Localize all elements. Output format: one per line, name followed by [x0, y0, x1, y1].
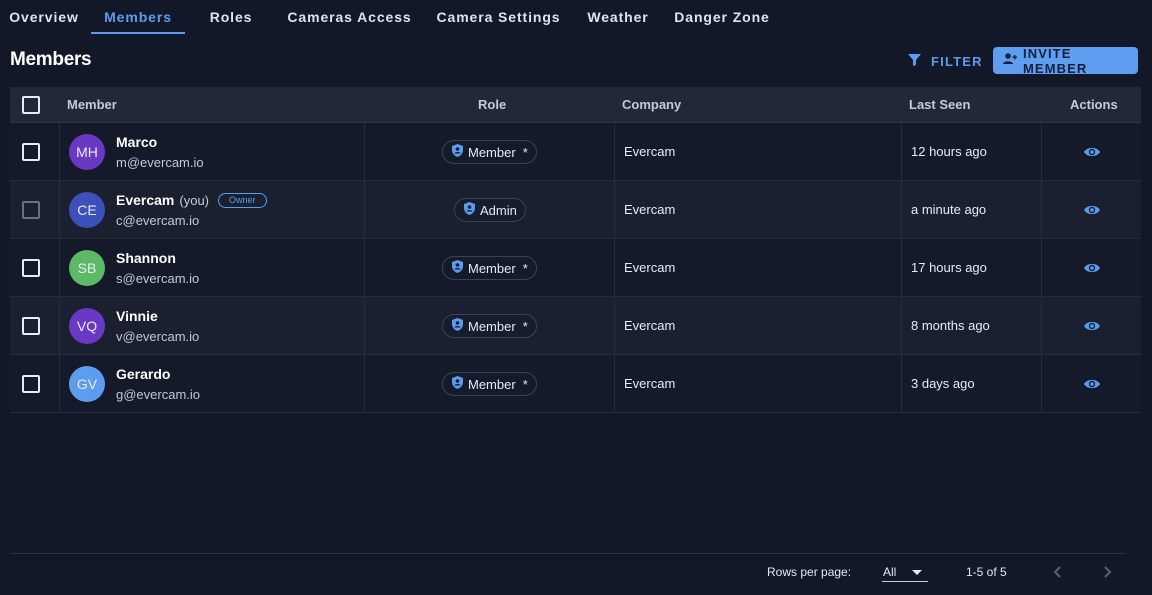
last-seen: 3 days ago [911, 376, 975, 391]
row-checkbox[interactable] [22, 259, 40, 277]
member-name-text: Evercam [116, 192, 175, 208]
company: Evercam [624, 144, 676, 159]
shield-user-icon [452, 376, 463, 392]
header-last-seen[interactable]: Last Seen [909, 87, 970, 123]
eye-icon[interactable] [1084, 145, 1100, 159]
you-label: (you) [179, 192, 210, 208]
tab-weather[interactable]: Weather [580, 0, 656, 34]
avatar: SB [69, 250, 105, 286]
tab-danger-zone[interactable]: Danger Zone [668, 0, 776, 34]
table-row: MH Marco m@evercam.io Member * Evercam 1… [10, 123, 1141, 181]
table-row: GV Gerardo g@evercam.io Member * Evercam… [10, 355, 1141, 413]
member-name-text: Shannon [116, 250, 176, 266]
role-label: Admin [480, 202, 517, 218]
pagination-range: 1-5 of 5 [966, 565, 1007, 579]
rows-per-page-value: All [883, 565, 897, 579]
row-checkbox[interactable] [22, 317, 40, 335]
table-row: VQ Vinnie v@evercam.io Member * Evercam … [10, 297, 1141, 355]
header-role[interactable]: Role [478, 87, 506, 123]
company: Evercam [624, 202, 676, 217]
row-checkbox [22, 201, 40, 219]
role-chip[interactable]: Member * [442, 314, 537, 338]
member-email: g@evercam.io [116, 387, 201, 402]
shield-user-icon [464, 202, 475, 218]
shield-user-icon [452, 318, 463, 334]
member-name: Marco [116, 134, 157, 150]
company: Evercam [624, 260, 676, 275]
table-row: CE Evercam (you) Owner c@evercam.io Admi… [10, 181, 1141, 239]
footer-divider [10, 553, 1125, 554]
member-name: Evercam (you) Owner [116, 192, 267, 208]
header-member[interactable]: Member [67, 87, 117, 123]
last-seen: a minute ago [911, 202, 987, 217]
avatar: MH [69, 134, 105, 170]
tab-cameras-access[interactable]: Cameras Access [282, 0, 417, 34]
filter-button[interactable]: FILTER [902, 48, 982, 74]
role-asterisk: * [522, 318, 528, 334]
last-seen: 17 hours ago [911, 260, 987, 275]
table-header: Member Role Company Last Seen Actions [10, 87, 1141, 123]
invite-member-button[interactable]: INVITE MEMBER [993, 45, 1138, 76]
last-seen: 8 months ago [911, 318, 990, 333]
avatar: CE [69, 192, 105, 228]
eye-icon[interactable] [1084, 319, 1100, 333]
filter-icon [908, 53, 921, 69]
avatar: VQ [69, 308, 105, 344]
tab-roles[interactable]: Roles [202, 0, 260, 34]
company: Evercam [624, 376, 676, 391]
role-chip[interactable]: Admin [454, 198, 526, 222]
tab-bar: Overview Members Roles Cameras Access Ca… [0, 0, 1152, 36]
eye-icon[interactable] [1084, 377, 1100, 391]
shield-user-icon [452, 144, 463, 160]
chevron-left-icon[interactable] [1050, 563, 1066, 581]
tab-members[interactable]: Members [94, 0, 182, 34]
role-asterisk: * [522, 376, 528, 392]
tab-overview[interactable]: Overview [4, 0, 84, 34]
member-name: Gerardo [116, 366, 170, 382]
role-chip[interactable]: Member * [442, 256, 537, 280]
rows-per-page-select[interactable]: All [882, 563, 928, 582]
role-asterisk: * [522, 260, 528, 276]
member-email: m@evercam.io [116, 155, 204, 170]
member-email: s@evercam.io [116, 271, 200, 286]
tab-camera-settings[interactable]: Camera Settings [431, 0, 566, 34]
header-company[interactable]: Company [622, 87, 681, 123]
last-seen: 12 hours ago [911, 144, 987, 159]
caret-down-icon [912, 570, 922, 575]
header-actions: Actions [1070, 97, 1118, 112]
active-tab-indicator [91, 32, 185, 34]
select-all-checkbox[interactable] [22, 96, 40, 114]
role-label: Member [468, 318, 516, 334]
company: Evercam [624, 318, 676, 333]
member-email: c@evercam.io [116, 213, 200, 228]
role-asterisk: * [522, 144, 528, 160]
member-name: Shannon [116, 250, 176, 266]
member-name-text: Vinnie [116, 308, 158, 324]
eye-icon[interactable] [1084, 203, 1100, 217]
member-name: Vinnie [116, 308, 158, 324]
filter-label: FILTER [931, 53, 983, 69]
role-chip[interactable]: Member * [442, 140, 537, 164]
row-checkbox[interactable] [22, 143, 40, 161]
role-label: Member [468, 376, 516, 392]
members-table: Member Role Company Last Seen Actions MH… [10, 87, 1141, 413]
row-checkbox[interactable] [22, 375, 40, 393]
member-email: v@evercam.io [116, 329, 200, 344]
member-name-text: Gerardo [116, 366, 171, 382]
chevron-right-icon[interactable] [1099, 563, 1115, 581]
shield-user-icon [452, 260, 463, 276]
table-row: SB Shannon s@evercam.io Member * Evercam… [10, 239, 1141, 297]
member-name-text: Marco [116, 134, 158, 150]
invite-member-label: INVITE MEMBER [1023, 45, 1088, 76]
rows-per-page-label: Rows per page: [767, 565, 852, 579]
avatar: GV [69, 366, 105, 402]
role-label: Member [468, 144, 516, 160]
eye-icon[interactable] [1084, 261, 1100, 275]
role-label: Member [468, 260, 516, 276]
role-chip[interactable]: Member * [442, 372, 537, 396]
page-title: Members [10, 49, 92, 70]
owner-badge: Owner [218, 192, 267, 208]
add-user-icon [1003, 53, 1017, 68]
